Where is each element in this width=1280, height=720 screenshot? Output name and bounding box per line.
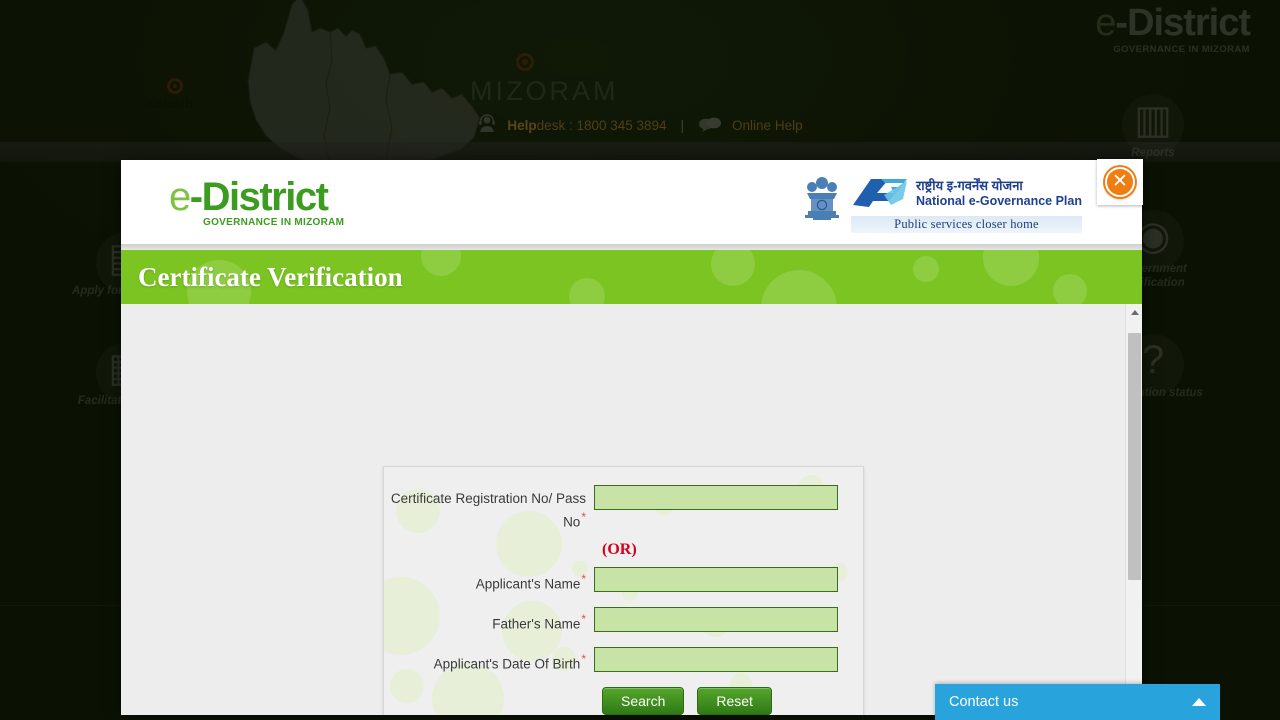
form-row-applicants-dob: Applicant's Date Of Birth*	[384, 647, 847, 674]
deco-circle	[1053, 274, 1087, 304]
negp-eg-logo-icon	[851, 175, 909, 213]
required-marker: *	[581, 652, 586, 666]
negp-tagline: Public services closer home	[851, 216, 1082, 233]
edistrict-logo-rest: -District	[190, 175, 328, 219]
contact-us-label: Contact us	[949, 694, 1018, 710]
modal-title-band: Certificate Verification	[121, 250, 1142, 304]
negp-text-block: राष्ट्रीय इ-गवर्नेंस योजना National e-Go…	[851, 171, 1082, 233]
deco-circle	[711, 250, 755, 286]
page-title: Certificate Verification	[138, 262, 403, 293]
form-actions: Search Reset	[602, 687, 847, 715]
form-row-certificate-no: Certificate Registration No/ Pass No*	[384, 485, 847, 532]
modal-header: e-District GOVERNANCE IN MIZORAM	[121, 160, 1142, 244]
field-applicants-name	[594, 567, 847, 592]
edistrict-logo-tagline: GOVERNANCE IN MIZORAM	[203, 218, 344, 228]
applicants-dob-input[interactable]	[594, 647, 838, 672]
required-marker: *	[581, 612, 586, 626]
search-button[interactable]: Search	[602, 687, 684, 715]
form-row-fathers-name: Father's Name*	[384, 607, 847, 634]
label-text: Applicant's Name	[476, 576, 581, 591]
negp-branding: राष्ट्रीय इ-गवर्नेंस योजना National e-Go…	[801, 171, 1082, 233]
label-applicants-dob: Applicant's Date Of Birth*	[384, 647, 594, 674]
ashoka-emblem-icon	[801, 171, 843, 231]
contact-us-tab[interactable]: Contact us	[935, 684, 1220, 720]
vertical-scrollbar[interactable]	[1125, 304, 1142, 715]
fathers-name-input[interactable]	[594, 607, 838, 632]
applicants-name-input[interactable]	[594, 567, 838, 592]
label-applicants-name: Applicant's Name*	[384, 567, 594, 594]
label-certificate-registration-no: Certificate Registration No/ Pass No*	[384, 485, 594, 532]
deco-circle	[913, 256, 939, 282]
form-fields: Certificate Registration No/ Pass No* (O…	[384, 467, 863, 715]
reset-button[interactable]: Reset	[697, 687, 772, 715]
close-button[interactable]: ✕	[1097, 159, 1143, 205]
label-text: Father's Name	[492, 616, 580, 631]
close-x-glyph: ✕	[1112, 172, 1128, 191]
certificate-verification-modal: e-District GOVERNANCE IN MIZORAM	[121, 160, 1142, 711]
negp-english-name: National e-Governance Plan	[916, 194, 1082, 208]
label-text: Certificate Registration No/ Pass No	[391, 491, 586, 529]
form-row-applicants-name: Applicant's Name*	[384, 567, 847, 594]
negp-hindi-name: राष्ट्रीय इ-गवर्नेंस योजना	[916, 179, 1082, 194]
field-certificate-registration-no	[594, 485, 847, 510]
deco-circle	[569, 278, 605, 304]
required-marker: *	[581, 572, 586, 586]
or-separator: (OR)	[602, 541, 847, 559]
label-fathers-name: Father's Name*	[384, 607, 594, 634]
field-applicants-dob	[594, 647, 847, 672]
certificate-verification-form: Certificate Registration No/ Pass No* (O…	[383, 466, 864, 715]
chevron-up-icon	[1192, 698, 1206, 706]
deco-circle	[761, 270, 837, 304]
field-fathers-name	[594, 607, 847, 632]
deco-circle	[983, 250, 1039, 286]
close-circle-icon: ✕	[1105, 167, 1135, 197]
edistrict-logo-e: e	[169, 175, 190, 219]
scroll-up-arrow-icon[interactable]	[1126, 304, 1142, 321]
scrollbar-thumb[interactable]	[1128, 333, 1141, 580]
edistrict-wordmark: e-District	[169, 177, 344, 217]
edistrict-logo: e-District GOVERNANCE IN MIZORAM	[169, 177, 344, 228]
certificate-registration-no-input[interactable]	[594, 485, 838, 510]
negp-names: राष्ट्रीय इ-गवर्नेंस योजना National e-Go…	[916, 179, 1082, 208]
required-marker: *	[581, 510, 586, 524]
label-text: Applicant's Date Of Birth	[434, 656, 581, 671]
deco-circle	[421, 250, 461, 276]
negp-logo-row: राष्ट्रीय इ-गवर्नेंस योजना National e-Go…	[851, 175, 1082, 213]
modal-body: Certificate Registration No/ Pass No* (O…	[121, 304, 1142, 715]
